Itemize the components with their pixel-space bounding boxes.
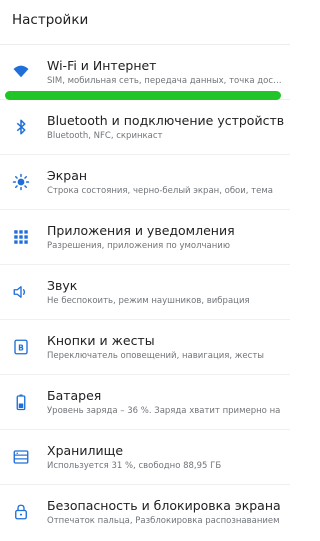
- settings-item-battery[interactable]: Батарея Уровень заряда – 36 %. Заряда хв…: [0, 374, 290, 429]
- settings-item-apps[interactable]: Приложения и уведомления Разрешения, при…: [0, 209, 290, 264]
- settings-item-storage[interactable]: Хранилище Используется 31 %, свободно 88…: [0, 429, 290, 484]
- settings-item-title: Экран: [47, 168, 88, 183]
- settings-item-subtitle: Bluetooth, NFC, скринкаст: [47, 131, 163, 141]
- settings-item-subtitle: Не беспокоить, режим наушников, вибрация: [47, 296, 250, 306]
- brightness-icon: [11, 172, 31, 192]
- settings-item-title: Батарея: [47, 388, 102, 403]
- settings-item-subtitle: Отпечаток пальца, Разблокировка распозна…: [47, 516, 280, 526]
- svg-text:B: B: [18, 343, 24, 352]
- settings-item-sound[interactable]: Звук Не беспокоить, режим наушников, виб…: [0, 264, 290, 319]
- settings-item-buttons-gestures[interactable]: B Кнопки и жесты Переключатель оповещени…: [0, 319, 290, 374]
- storage-icon: [11, 447, 31, 467]
- settings-item-subtitle: SIM, мобильная сеть, передача данных, то…: [47, 76, 283, 86]
- settings-item-title: Приложения и уведомления: [47, 223, 235, 238]
- settings-item-title: Звук: [47, 278, 78, 293]
- settings-item-subtitle: Переключатель оповещений, навигация, жес…: [47, 351, 264, 361]
- sound-icon: [11, 282, 31, 302]
- highlight-marker: [5, 91, 281, 100]
- battery-icon: [11, 392, 31, 412]
- settings-item-title: Wi-Fi и Интернет: [47, 58, 157, 73]
- wifi-icon: [11, 62, 31, 82]
- settings-item-subtitle: Уровень заряда – 36 %. Заряда хватит при…: [47, 406, 281, 416]
- settings-item-title: Хранилище: [47, 443, 124, 458]
- bluetooth-icon: [11, 117, 31, 137]
- buttons-icon: B: [11, 337, 31, 357]
- settings-list: Wi-Fi и Интернет SIM, мобильная сеть, пе…: [0, 44, 290, 539]
- settings-item-bluetooth[interactable]: Bluetooth и подключение устройств Blueto…: [0, 99, 290, 154]
- lock-icon: [11, 502, 31, 522]
- settings-item-title: Bluetooth и подключение устройств: [47, 113, 285, 128]
- apps-grid-icon: [11, 227, 31, 247]
- settings-item-title: Безопасность и блокировка экрана: [47, 498, 281, 513]
- app-bar: Настройки: [0, 0, 290, 44]
- settings-item-subtitle: Разрешения, приложения по умолчанию: [47, 241, 230, 251]
- settings-item-security[interactable]: Безопасность и блокировка экрана Отпечат…: [0, 484, 290, 539]
- settings-item-title: Кнопки и жесты: [47, 333, 155, 348]
- settings-item-display[interactable]: Экран Строка состояния, черно-белый экра…: [0, 154, 290, 209]
- page-title: Настройки: [12, 12, 89, 28]
- settings-item-subtitle: Используется 31 %, свободно 88,95 ГБ: [47, 461, 222, 471]
- settings-item-subtitle: Строка состояния, черно-белый экран, обо…: [47, 186, 273, 196]
